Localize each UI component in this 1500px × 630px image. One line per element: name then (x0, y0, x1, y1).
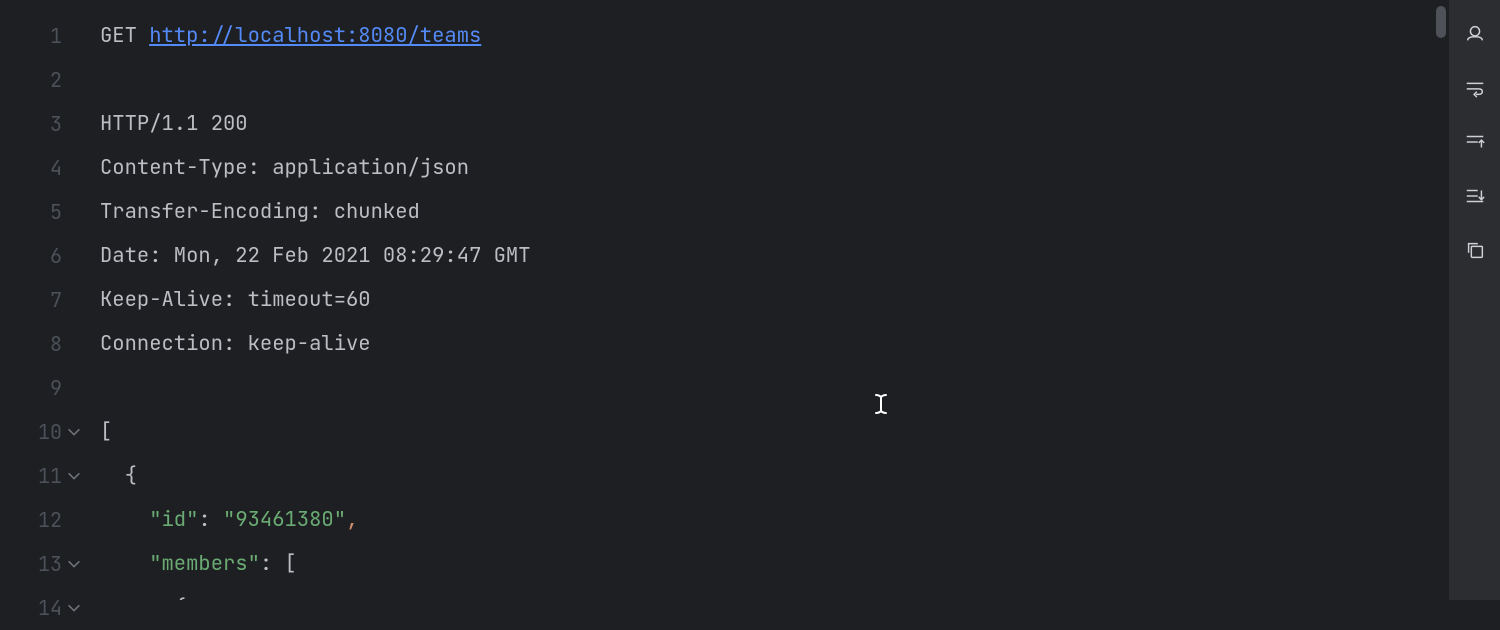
code-line[interactable]: GET http://localhost:8080/teams (100, 14, 1434, 58)
code-line[interactable]: "members": [ (100, 542, 1434, 586)
fold-toggle-icon[interactable] (66, 454, 82, 498)
line-number: 3 (0, 102, 84, 146)
soft-wrap-icon[interactable] (1463, 76, 1487, 100)
code-line[interactable]: Date: Mon, 22 Feb 2021 08:29:47 GMT (100, 234, 1434, 278)
line-number: 14 (0, 586, 84, 630)
line-number: 5 (0, 190, 84, 234)
line-number: 11 (0, 454, 84, 498)
code-line[interactable]: { (100, 586, 1434, 600)
fold-toggle-icon[interactable] (66, 586, 82, 630)
line-number: 13 (0, 542, 84, 586)
code-line[interactable]: Keep-Alive: timeout=60 (100, 278, 1434, 322)
code-line[interactable] (100, 58, 1434, 102)
code-line[interactable]: HTTP/1.1 200 (100, 102, 1434, 146)
line-number: 9 (0, 366, 84, 410)
code-line[interactable] (100, 366, 1434, 410)
vertical-scrollbar[interactable] (1434, 0, 1448, 600)
scroll-to-bottom-icon[interactable] (1463, 184, 1487, 208)
fold-toggle-icon[interactable] (66, 542, 82, 586)
code-line[interactable]: [ (100, 410, 1434, 454)
code-line[interactable]: Content-Type: application/json (100, 146, 1434, 190)
code-line[interactable]: Connection: keep-alive (100, 322, 1434, 366)
code-line[interactable]: Transfer-Encoding: chunked (100, 190, 1434, 234)
line-number-gutter: 1 2 3 4 5 6 7 8 9 10 11 12 13 14 (0, 0, 92, 600)
code-line[interactable]: { (100, 454, 1434, 498)
copy-icon[interactable] (1463, 238, 1487, 262)
inspect-icon[interactable] (1463, 22, 1487, 46)
right-toolbar (1448, 0, 1500, 600)
line-number: 7 (0, 278, 84, 322)
fold-toggle-icon[interactable] (66, 410, 82, 454)
http-method: GET (100, 22, 149, 49)
line-number: 4 (0, 146, 84, 190)
request-url-link[interactable]: http://localhost:8080/teams (149, 22, 481, 49)
line-number: 8 (0, 322, 84, 366)
line-number: 12 (0, 498, 84, 542)
code-line[interactable]: "id": "93461380", (100, 498, 1434, 542)
line-number: 2 (0, 58, 84, 102)
line-number: 6 (0, 234, 84, 278)
scroll-to-top-icon[interactable] (1463, 130, 1487, 154)
scrollbar-thumb[interactable] (1436, 6, 1446, 38)
line-number: 10 (0, 410, 84, 454)
line-number: 1 (0, 14, 84, 58)
code-editor[interactable]: GET http://localhost:8080/teams HTTP/1.1… (92, 0, 1434, 600)
